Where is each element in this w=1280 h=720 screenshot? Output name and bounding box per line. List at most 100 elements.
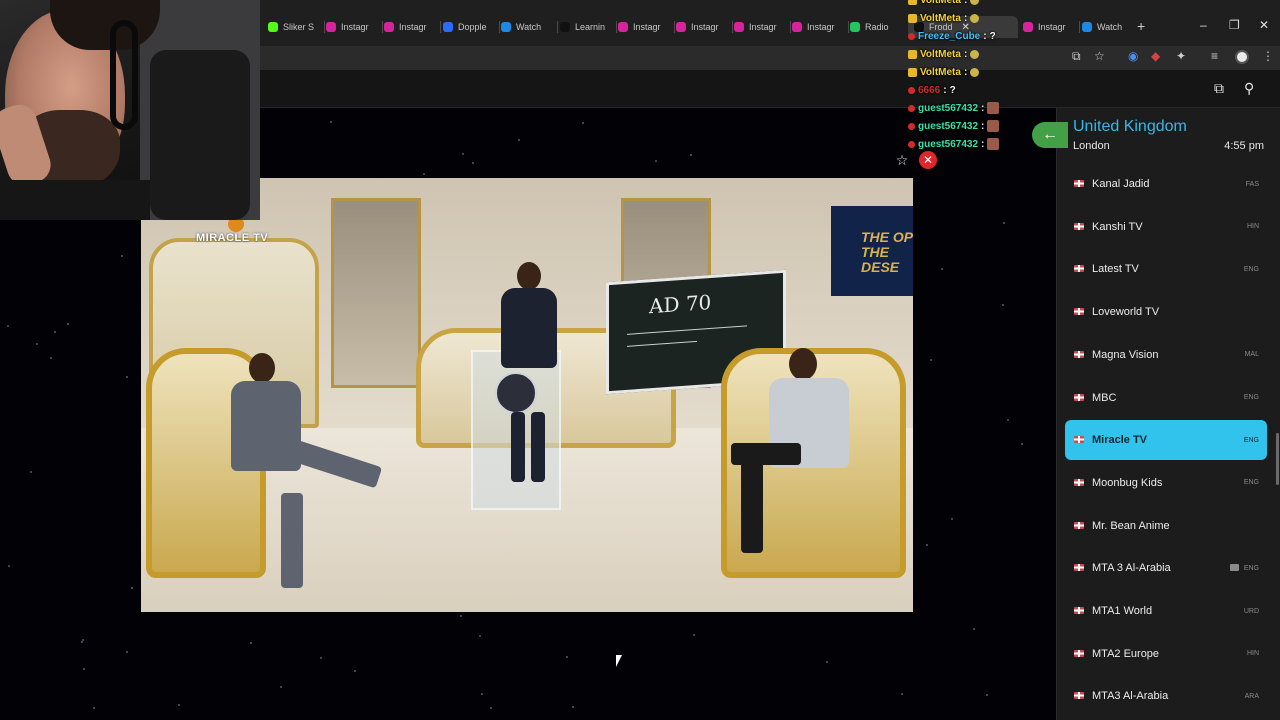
channel-name: Mr. Bean Anime	[1092, 519, 1170, 532]
minimize-button[interactable]: –	[1200, 18, 1207, 32]
channel-name: MTA 3 Al-Arabia	[1092, 562, 1171, 575]
channel-item[interactable]: Magna Vision MAL	[1065, 335, 1267, 375]
scrollbar-thumb[interactable]	[1276, 433, 1279, 485]
channel-item[interactable]: Latest TV ENG	[1065, 249, 1267, 289]
tab-separator	[382, 21, 383, 33]
star	[8, 565, 10, 567]
star	[490, 707, 492, 709]
chat-text: ?	[989, 30, 996, 42]
favorite-star-button[interactable]: ☆	[893, 151, 911, 169]
profile-avatar[interactable]	[1235, 50, 1249, 64]
browser-tab[interactable]: Radio	[850, 16, 902, 38]
kick-icon	[268, 22, 278, 32]
back-arrow-button[interactable]: ←	[1032, 122, 1068, 148]
uk-flag-icon	[1074, 521, 1084, 529]
menu-kebab-icon[interactable]: ⋮	[1262, 49, 1274, 63]
tab-separator	[732, 21, 733, 33]
channel-language: FAS	[1245, 180, 1259, 188]
reading-list-icon[interactable]: ≡	[1211, 49, 1218, 63]
mouse-cursor	[616, 655, 622, 667]
channel-item[interactable]: Kanshi TV HIN	[1065, 207, 1267, 247]
channel-item[interactable]: MTA1 World URD	[1065, 591, 1267, 631]
star	[93, 707, 95, 709]
channel-name: Latest TV	[1092, 263, 1139, 276]
new-tab-button[interactable]: +	[1137, 18, 1145, 34]
channel-item[interactable]: Kanal Jadid FAS	[1065, 164, 1267, 204]
star	[973, 628, 975, 630]
channel-item[interactable]: MTA 3 Al-Arabia ENG	[1065, 548, 1267, 588]
search-icon[interactable]: ⚲	[1244, 80, 1254, 97]
browser-tab[interactable]: Instagr	[676, 16, 728, 38]
star	[7, 325, 9, 327]
chat-separator: :	[981, 102, 985, 114]
extension-icon[interactable]: ◉	[1128, 49, 1138, 63]
chat-emote-icon	[987, 102, 1000, 114]
star	[941, 268, 943, 270]
channel-name: Moonbug Kids	[1092, 476, 1163, 489]
chat-separator: :	[963, 48, 968, 60]
extensions-puzzle-icon[interactable]: ✦	[1176, 49, 1186, 63]
crown-badge-icon	[908, 13, 917, 23]
channel-name: Miracle TV	[1092, 434, 1148, 447]
chat-separator: :	[963, 12, 968, 24]
crown-badge-icon	[908, 67, 917, 77]
star	[901, 693, 903, 695]
radio-icon	[850, 22, 860, 32]
browser-tab[interactable]: Sliker S	[268, 16, 320, 38]
channel-item[interactable]: Moonbug Kids ENG	[1065, 463, 1267, 503]
star	[354, 670, 356, 672]
tab-separator	[440, 21, 441, 33]
instagram-icon	[326, 22, 336, 32]
star	[423, 173, 425, 175]
tab-label: Instagr	[399, 22, 427, 32]
close-window-button[interactable]: ✕	[1259, 18, 1269, 32]
video-player[interactable]: THE OP THE DESE AD 70 MIRACLE TV	[141, 178, 913, 612]
uk-flag-icon	[1074, 393, 1084, 401]
browser-tab[interactable]: Learnin	[560, 16, 612, 38]
user-badge-icon	[908, 32, 915, 40]
channel-item[interactable]: Loveworld TV	[1065, 292, 1267, 332]
chalkboard-text: AD 70	[649, 289, 712, 319]
browser-tab[interactable]: Dopple	[443, 16, 495, 38]
browser-tab[interactable]: Instagr	[792, 16, 844, 38]
browser-tab[interactable]: Instagr	[384, 16, 436, 38]
headset	[110, 20, 138, 130]
channel-item[interactable]: Mr. Bean Anime	[1065, 506, 1267, 546]
chat-overlay: VoltMeta: VoltMeta: Freeze_Cube:? VoltMeta:…	[908, 0, 1018, 160]
star	[280, 686, 282, 688]
chat-message: 6666:?	[908, 81, 956, 99]
tab-label: Instagr	[633, 22, 661, 32]
channel-item[interactable]: MTA2 Europe HIN	[1065, 634, 1267, 674]
channel-name: Kanshi TV	[1092, 220, 1143, 233]
channel-item[interactable]: MBC ENG	[1065, 378, 1267, 418]
chat-username: VoltMeta	[920, 0, 961, 6]
tab-label: Instagr	[807, 22, 835, 32]
browser-tab[interactable]: Instagr	[326, 16, 378, 38]
scene-window	[331, 198, 421, 388]
extension-icon[interactable]: ◆	[1151, 49, 1160, 63]
close-player-button[interactable]: ✕	[919, 151, 937, 169]
browser-tab[interactable]: Instagr	[618, 16, 670, 38]
uk-flag-icon	[1074, 350, 1084, 358]
watch-icon	[1082, 22, 1092, 32]
browser-tab[interactable]: Watch	[1082, 16, 1134, 38]
maximize-button[interactable]: ❐	[1229, 18, 1240, 32]
star	[1007, 419, 1009, 421]
tab-label: Radio	[865, 22, 889, 32]
bookmark-star-icon[interactable]: ☆	[1094, 49, 1105, 63]
channel-name: MTA1 World	[1092, 605, 1153, 617]
chat-message: guest567432:	[908, 117, 1000, 135]
channel-item[interactable]: Miracle TV ENG	[1065, 420, 1267, 461]
channel-item[interactable]: MTA3 Al-Arabia ARA	[1065, 676, 1267, 716]
browser-tab[interactable]: Instagr	[1023, 16, 1075, 38]
star	[126, 651, 128, 653]
cast-icon[interactable]: ⧉	[1214, 80, 1224, 97]
chat-username: guest567432	[918, 120, 979, 132]
tab-label: Instagr	[749, 22, 777, 32]
browser-tab[interactable]: Instagr	[734, 16, 786, 38]
browser-tab[interactable]: Watch	[501, 16, 553, 38]
tab-label: Instagr	[1038, 22, 1066, 32]
scene-poster: THE OP THE DESE	[831, 206, 913, 296]
chat-message: VoltMeta:	[908, 0, 980, 9]
install-app-icon[interactable]: ⧉	[1072, 49, 1081, 64]
